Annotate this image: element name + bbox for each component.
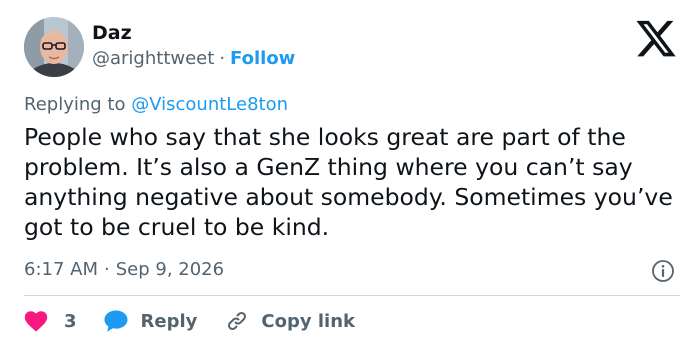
follow-button[interactable]: Follow [230, 48, 295, 69]
like-button[interactable]: 3 [24, 310, 103, 332]
divider [24, 295, 680, 296]
copy-link-button[interactable]: Copy link [225, 309, 355, 333]
action-bar: 3 Reply Copy link [24, 308, 355, 334]
tweet-time: 6:17 AM [24, 259, 98, 280]
reply-label: Reply [140, 310, 198, 332]
author-handle-row: @arighttweet · Follow [92, 48, 295, 70]
avatar-photo [24, 17, 84, 77]
replying-to-mention[interactable]: @ViscountLe8ton [131, 94, 288, 115]
replying-to-prefix: Replying to [24, 94, 126, 115]
tweet-timestamp[interactable]: 6:17 AM · Sep 9, 2026 [24, 259, 224, 281]
heart-icon [24, 311, 48, 332]
handle-separator: · [219, 48, 226, 69]
avatar[interactable] [24, 17, 84, 77]
author-handle[interactable]: @arighttweet [92, 48, 214, 69]
tweet-date: Sep 9, 2026 [115, 259, 225, 280]
replying-to: Replying to @ViscountLe8ton [24, 94, 288, 116]
like-count: 3 [64, 310, 77, 332]
info-icon[interactable] [651, 259, 675, 283]
x-logo-icon[interactable] [634, 20, 678, 60]
copy-link-label: Copy link [261, 310, 355, 332]
timestamp-separator: · [104, 259, 110, 280]
tweet-text: People who say that she looks great are … [24, 123, 673, 241]
author-name[interactable]: Daz [92, 22, 132, 44]
link-icon [228, 311, 247, 331]
speech-bubble-icon [104, 310, 128, 332]
reply-button[interactable]: Reply [103, 309, 226, 333]
